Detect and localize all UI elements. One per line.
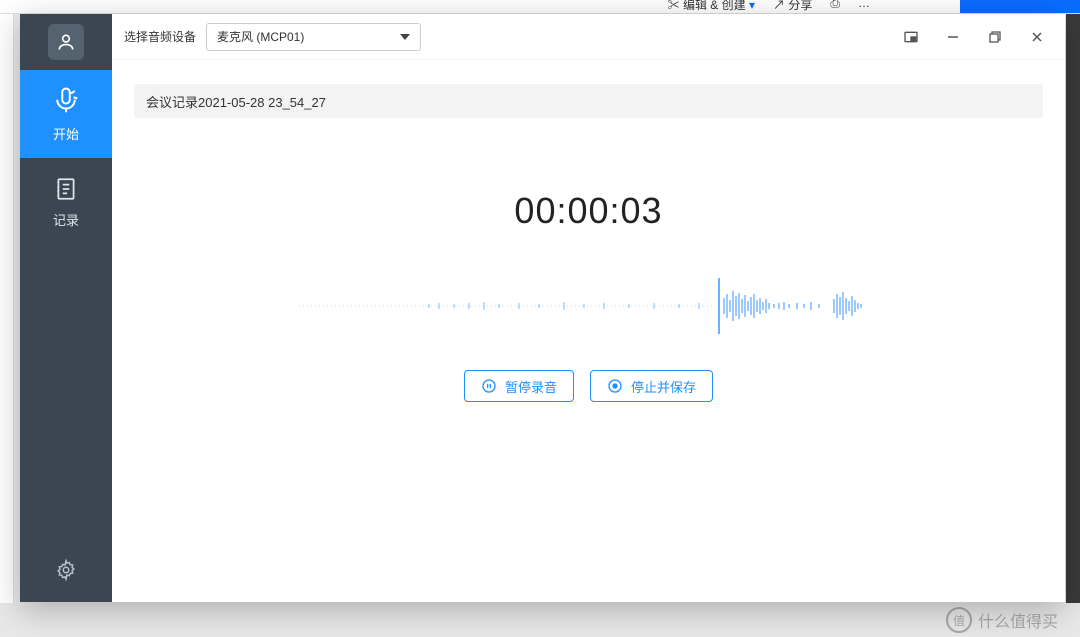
pause-label: 暂停录音 (505, 377, 557, 396)
backdrop-print: ⎙ (830, 0, 840, 13)
pause-icon (481, 378, 497, 394)
stop-save-button[interactable]: 停止并保存 (590, 370, 713, 402)
watermark: 值 什么值得买 (946, 607, 1058, 633)
gear-icon (55, 559, 77, 581)
maximize-icon (988, 30, 1002, 44)
sidebar-item-records[interactable]: 记录 (20, 158, 112, 246)
close-button[interactable] (1021, 23, 1053, 51)
controls: 暂停录音 停止并保存 (464, 370, 713, 402)
minimize-button[interactable] (937, 23, 969, 51)
sidebar-settings[interactable] (20, 538, 112, 602)
backdrop-share: ↗ 分享 (773, 0, 812, 13)
audio-device-select[interactable]: 麦克风 (MCP01) (206, 23, 421, 51)
pip-icon (903, 29, 919, 45)
content-area: 会议记录2021-05-28 23_54_27 00:00:03 (112, 60, 1065, 602)
user-avatar[interactable] (48, 24, 84, 60)
maximize-button[interactable] (979, 23, 1011, 51)
sidebar-start-label: 开始 (53, 124, 79, 143)
user-icon (56, 32, 76, 52)
main-panel: 选择音频设备 麦克风 (MCP01) 会议记录2021-05-28 23_54_… (112, 14, 1065, 602)
pause-button[interactable]: 暂停录音 (464, 370, 574, 402)
sidebar-records-label: 记录 (53, 210, 79, 229)
stop-icon (607, 378, 623, 394)
sidebar: 开始 记录 (20, 14, 112, 602)
pip-button[interactable] (895, 23, 927, 51)
device-selected-value: 麦克风 (MCP01) (217, 28, 304, 45)
sidebar-item-start[interactable]: 开始 (20, 70, 112, 158)
backdrop-more: … (858, 0, 870, 13)
notebook-icon (53, 176, 79, 202)
recording-title-value: 会议记录2021-05-28 23_54_27 (146, 92, 326, 111)
device-label: 选择音频设备 (124, 28, 196, 45)
timer-display: 00:00:03 (514, 190, 662, 232)
topbar: 选择音频设备 麦克风 (MCP01) (112, 14, 1065, 60)
backdrop-edit: ✂ 编辑 & 创建 ▾ (668, 0, 755, 13)
recorder-window: 开始 记录 选择音频设备 麦克风 (MCP01) (20, 14, 1065, 602)
close-icon (1030, 30, 1044, 44)
microphone-icon (51, 86, 81, 116)
chevron-down-icon (400, 34, 410, 40)
minimize-icon (946, 30, 960, 44)
recording-title-field[interactable]: 会议记录2021-05-28 23_54_27 (134, 84, 1043, 118)
waveform (299, 276, 879, 336)
stop-label: 停止并保存 (631, 377, 696, 396)
